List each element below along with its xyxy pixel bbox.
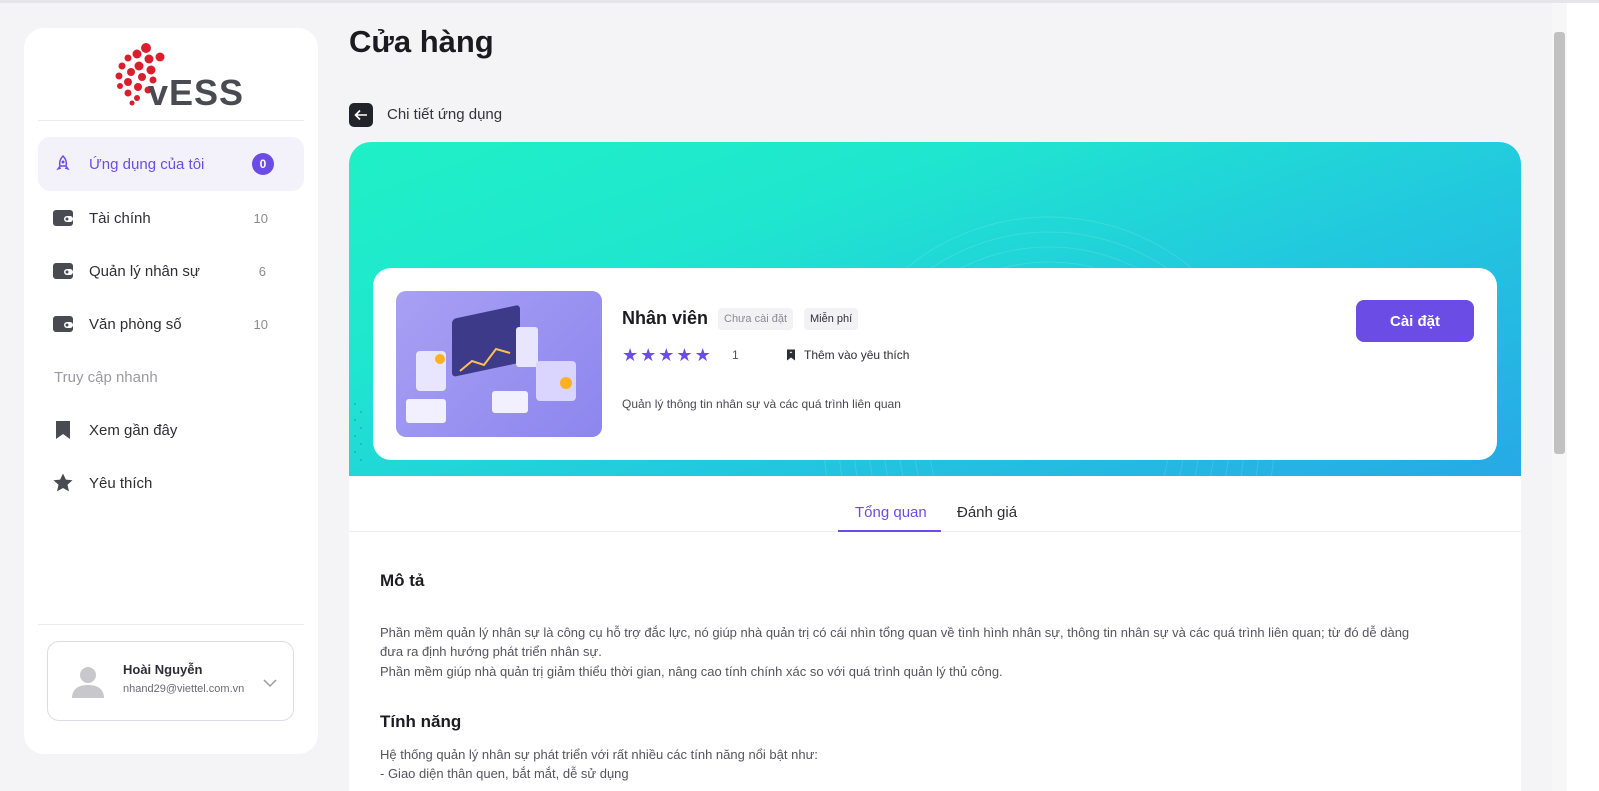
back-button[interactable] — [349, 103, 373, 127]
description-line: Phần mềm quản lý nhân sự là công cụ hỗ t… — [380, 625, 1410, 640]
breadcrumb: Chi tiết ứng dụng — [387, 106, 503, 123]
item-count: 10 — [253, 210, 268, 226]
star-icon: ★ — [640, 345, 657, 365]
wallet-icon — [53, 210, 73, 226]
price-badge: Miễn phí — [804, 308, 859, 330]
features-line: - Giao diện thân quen, bắt mắt, dễ sử dụ… — [380, 766, 629, 781]
add-to-favorites-button[interactable]: Thêm vào yêu thích — [786, 348, 909, 362]
arrow-left-icon — [354, 109, 367, 121]
bookmark-icon — [56, 421, 70, 439]
avatar — [72, 667, 104, 698]
favorite-label: Thêm vào yêu thích — [804, 348, 910, 362]
page-title: Cửa hàng — [349, 24, 494, 59]
app-card: Nhân viên Chưa cài đặt Miễn phí ★ ★ ★ ★ … — [373, 268, 1497, 460]
scrollbar-thumb[interactable] — [1554, 32, 1565, 454]
logo-text: vESS — [148, 72, 245, 113]
install-button[interactable]: Cài đặt — [1356, 300, 1474, 342]
wallet-icon — [53, 316, 73, 332]
features-line: Hệ thống quản lý nhân sự phát triển với … — [380, 747, 818, 762]
user-card[interactable]: Hoài Nguyễn nhand29@viettel.com.vn — [47, 641, 294, 721]
app-details: Tổng quan Đánh giá Mô tả Phần mềm quản l… — [349, 476, 1521, 791]
sidebar-item-favorites[interactable]: Yêu thích — [38, 456, 304, 510]
rating-count: 1 — [732, 348, 739, 362]
sidebar: vESS Ứng dụng của tôi 0 Tài chính 10 Quả… — [24, 28, 318, 754]
bookmark-icon — [787, 349, 795, 361]
sidebar-item-recent[interactable]: Xem gần đây — [38, 403, 304, 457]
sidebar-item-label: Văn phòng số — [89, 315, 182, 333]
divider — [38, 120, 304, 121]
sidebar-item-label: Yêu thích — [89, 474, 153, 492]
tab-reviews[interactable]: Đánh giá — [957, 504, 1017, 521]
app-short-description: Quản lý thông tin nhân sự và các quá trì… — [622, 397, 901, 411]
tab-overview[interactable]: Tổng quan — [855, 504, 927, 521]
star-icon: ★ — [676, 345, 693, 365]
sidebar-item-finance[interactable]: Tài chính 10 — [38, 191, 304, 245]
rating-stars: ★ ★ ★ ★ ★ — [622, 345, 711, 365]
sidebar-item-label: Tài chính — [89, 209, 151, 227]
sidebar-item-label: Ứng dụng của tôi — [89, 155, 205, 173]
sidebar-item-my-apps[interactable]: Ứng dụng của tôi 0 — [38, 137, 304, 191]
right-edge-panel — [1567, 3, 1599, 791]
sidebar-item-label: Xem gần đây — [89, 421, 178, 439]
wallet-icon — [53, 263, 73, 279]
star-icon: ★ — [694, 345, 711, 365]
star-icon: ★ — [658, 345, 675, 365]
top-border — [0, 0, 1599, 3]
rocket-icon — [56, 154, 70, 171]
count-badge: 0 — [252, 153, 274, 175]
description-line: đưa ra định hướng phát triển nhân sự. — [380, 644, 602, 659]
app-thumbnail — [396, 291, 602, 437]
description-line: Phần mềm giúp nhà quản trị giảm thiểu th… — [380, 664, 1003, 679]
item-count: 6 — [258, 263, 266, 279]
dashboard-illustration-icon — [406, 305, 576, 423]
description-heading: Mô tả — [380, 571, 425, 590]
user-email: nhand29@viettel.com.vn — [123, 683, 245, 695]
star-icon: ★ — [622, 345, 639, 365]
divider — [38, 624, 304, 625]
features-heading: Tính năng — [380, 712, 462, 731]
app-name: Nhân viên — [622, 308, 709, 328]
sidebar-item-hr[interactable]: Quản lý nhân sự 6 — [38, 244, 304, 298]
user-name: Hoài Nguyễn — [123, 662, 203, 677]
active-tab-indicator — [838, 530, 941, 532]
sidebar-item-digital-office[interactable]: Văn phòng số 10 — [38, 297, 304, 351]
sidebar-item-label: Quản lý nhân sự — [89, 262, 200, 280]
item-count: 10 — [253, 316, 268, 332]
status-badge: Chưa cài đặt — [718, 308, 794, 330]
quick-access-heading: Truy cập nhanh — [54, 369, 158, 386]
star-icon — [53, 473, 73, 492]
chevron-down-icon[interactable] — [263, 678, 277, 688]
